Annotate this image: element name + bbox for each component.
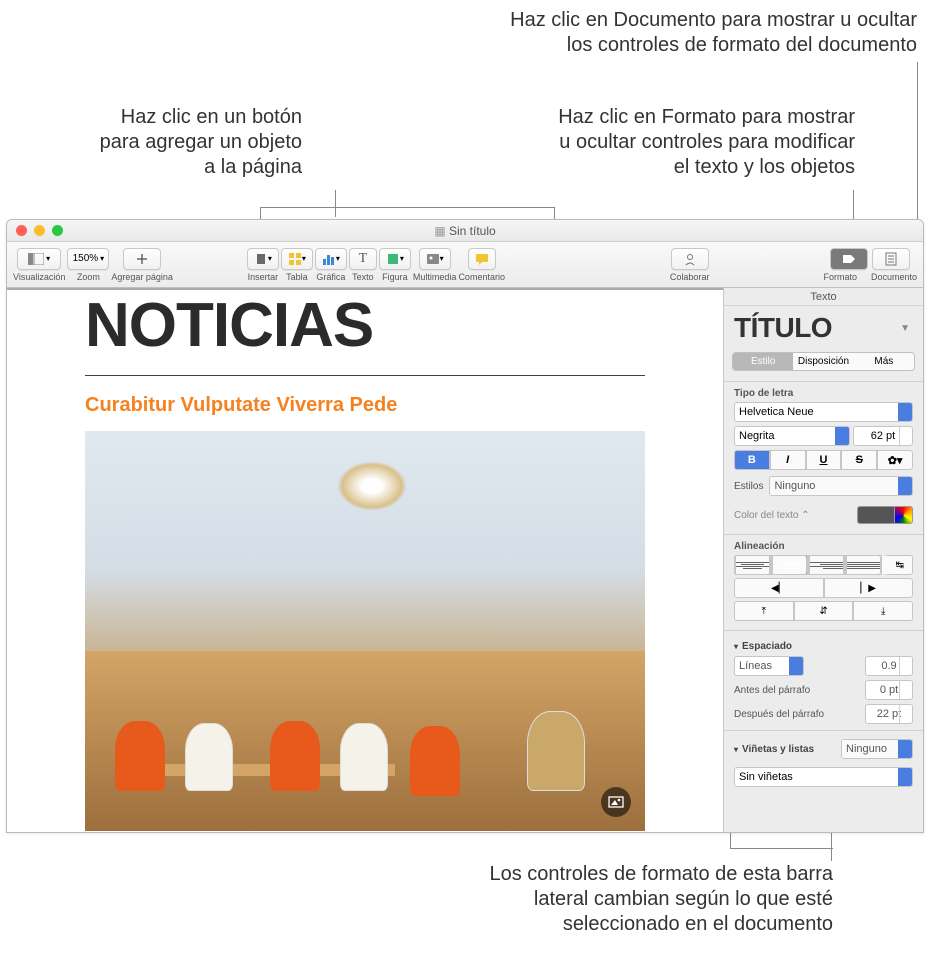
- color-wheel-icon[interactable]: [895, 506, 913, 524]
- callout-line: [730, 848, 833, 849]
- media-label: Multimedia: [413, 272, 457, 282]
- valign-middle-button[interactable]: ⇵: [794, 601, 854, 621]
- add-page-label: Agregar página: [111, 272, 173, 282]
- bullets-disclosure[interactable]: Viñetas y listas: [734, 744, 814, 755]
- window-title: ▦ Sin título: [434, 224, 495, 238]
- callout-line: [335, 190, 336, 217]
- font-family-select[interactable]: Helvetica Neue: [734, 402, 913, 422]
- advanced-button[interactable]: ✿▾: [877, 450, 913, 470]
- format-sidebar: Texto TÍTULO ▼ Estilo Disposición Más Ti…: [723, 288, 923, 832]
- format-button[interactable]: [830, 248, 868, 270]
- toolbar: ▾ Visualización 150%▾ Zoom Agregar págin…: [7, 242, 923, 288]
- tab-layout[interactable]: Disposición: [793, 353, 853, 370]
- insert-button[interactable]: ▾: [247, 248, 279, 270]
- outdent-button[interactable]: ◀▏: [734, 578, 824, 598]
- document-headline[interactable]: NOTICIAS: [7, 290, 723, 361]
- before-paragraph-label: Antes del párrafo: [734, 685, 810, 696]
- text-color-label: Color del texto ⌃: [734, 510, 810, 521]
- direction-button[interactable]: ↹: [882, 555, 913, 575]
- styles-label: Estilos: [734, 481, 763, 492]
- callout-document: Haz clic en Documento para mostrar u ocu…: [510, 8, 917, 58]
- document-canvas[interactable]: NOTICIAS Curabitur Vulputate Viverra Ped…: [7, 288, 723, 832]
- zoom-button[interactable]: 150%▾: [67, 248, 109, 270]
- view-button[interactable]: ▾: [17, 248, 61, 270]
- callout-line: [554, 207, 555, 219]
- valign-top-button[interactable]: ⤒: [734, 601, 794, 621]
- comment-label: Comentario: [458, 272, 505, 282]
- before-paragraph-stepper[interactable]: 0 pt: [865, 680, 913, 700]
- share-label: Colaborar: [670, 272, 710, 282]
- callout-line: [730, 833, 731, 849]
- strike-button[interactable]: S: [841, 450, 877, 470]
- share-button[interactable]: [671, 248, 709, 270]
- callout-format: Haz clic en Formato para mostrar u ocult…: [558, 105, 855, 180]
- valign-bottom-button[interactable]: ⤓: [853, 601, 913, 621]
- maximize-button[interactable]: [52, 225, 63, 236]
- document-label: Documento: [871, 272, 917, 282]
- bullets-type-select[interactable]: Sin viñetas: [734, 767, 913, 787]
- callout-line: [831, 833, 832, 861]
- alignment-label: Alineación: [724, 537, 923, 555]
- image-badge-icon[interactable]: [601, 787, 631, 817]
- tab-more[interactable]: Más: [854, 353, 914, 370]
- align-left-button[interactable]: [734, 555, 771, 575]
- align-center-button[interactable]: [771, 555, 808, 575]
- paragraph-style-name[interactable]: TÍTULO: [734, 312, 832, 344]
- spacing-disclosure[interactable]: Espaciado: [734, 641, 913, 652]
- callout-sidebar: Los controles de formato de esta barra l…: [489, 862, 833, 937]
- font-section-label: Tipo de letra: [724, 384, 923, 402]
- spacing-mode-select[interactable]: Líneas: [734, 656, 804, 676]
- font-weight-select[interactable]: Negrita: [734, 426, 850, 446]
- format-label: Formato: [823, 272, 857, 282]
- callout-line: [260, 207, 555, 208]
- document-subtitle[interactable]: Curabitur Vulputate Viverra Pede: [7, 394, 723, 417]
- color-swatch[interactable]: [857, 506, 895, 524]
- table-label: Tabla: [286, 272, 308, 282]
- after-paragraph-label: Después del párrafo: [734, 709, 824, 720]
- after-paragraph-stepper[interactable]: 22 pt: [865, 704, 913, 724]
- app-window: ▦ Sin título ▾ Visualización 150%▾ Zoom …: [6, 219, 924, 833]
- shape-label: Figura: [382, 272, 408, 282]
- font-size-stepper[interactable]: 62 pt: [853, 426, 913, 446]
- bold-button[interactable]: B: [734, 450, 770, 470]
- document-button[interactable]: [872, 248, 910, 270]
- title-bar: ▦ Sin título: [7, 220, 923, 242]
- window-controls: [7, 225, 63, 236]
- close-button[interactable]: [16, 225, 27, 236]
- media-button[interactable]: ▾: [419, 248, 451, 270]
- table-button[interactable]: ▾: [281, 248, 313, 270]
- callout-line: [917, 62, 918, 219]
- text-button[interactable]: T: [349, 248, 377, 270]
- tab-style[interactable]: Estilo: [733, 353, 793, 370]
- document-placeholder-image[interactable]: [85, 431, 645, 831]
- underline-button[interactable]: U: [806, 450, 842, 470]
- chart-label: Gráfica: [316, 272, 345, 282]
- paragraph-style-menu[interactable]: ▼: [897, 320, 913, 337]
- document-rule: [85, 375, 645, 376]
- indent-button[interactable]: ▏▶: [824, 578, 914, 598]
- callout-insert-object: Haz clic en un botón para agregar un obj…: [12, 105, 302, 180]
- bullets-preset-select[interactable]: Ninguno: [841, 739, 913, 759]
- chart-button[interactable]: ▾: [315, 248, 347, 270]
- add-page-button[interactable]: [123, 248, 161, 270]
- sidebar-header: Texto: [724, 288, 923, 306]
- shape-button[interactable]: ▾: [379, 248, 411, 270]
- callout-line: [260, 207, 261, 219]
- zoom-label: Zoom: [77, 272, 100, 282]
- view-label: Visualización: [13, 272, 65, 282]
- spacing-value-stepper[interactable]: 0.9: [865, 656, 913, 676]
- text-label: Texto: [352, 272, 374, 282]
- minimize-button[interactable]: [34, 225, 45, 236]
- align-justify-button[interactable]: [845, 555, 882, 575]
- comment-button[interactable]: [468, 248, 496, 270]
- align-right-button[interactable]: [808, 555, 845, 575]
- char-styles-select[interactable]: Ninguno: [769, 476, 913, 496]
- sidebar-tabs: Estilo Disposición Más: [732, 352, 915, 371]
- text-color-control[interactable]: [857, 506, 913, 524]
- italic-button[interactable]: I: [770, 450, 806, 470]
- insert-label: Insertar: [248, 272, 279, 282]
